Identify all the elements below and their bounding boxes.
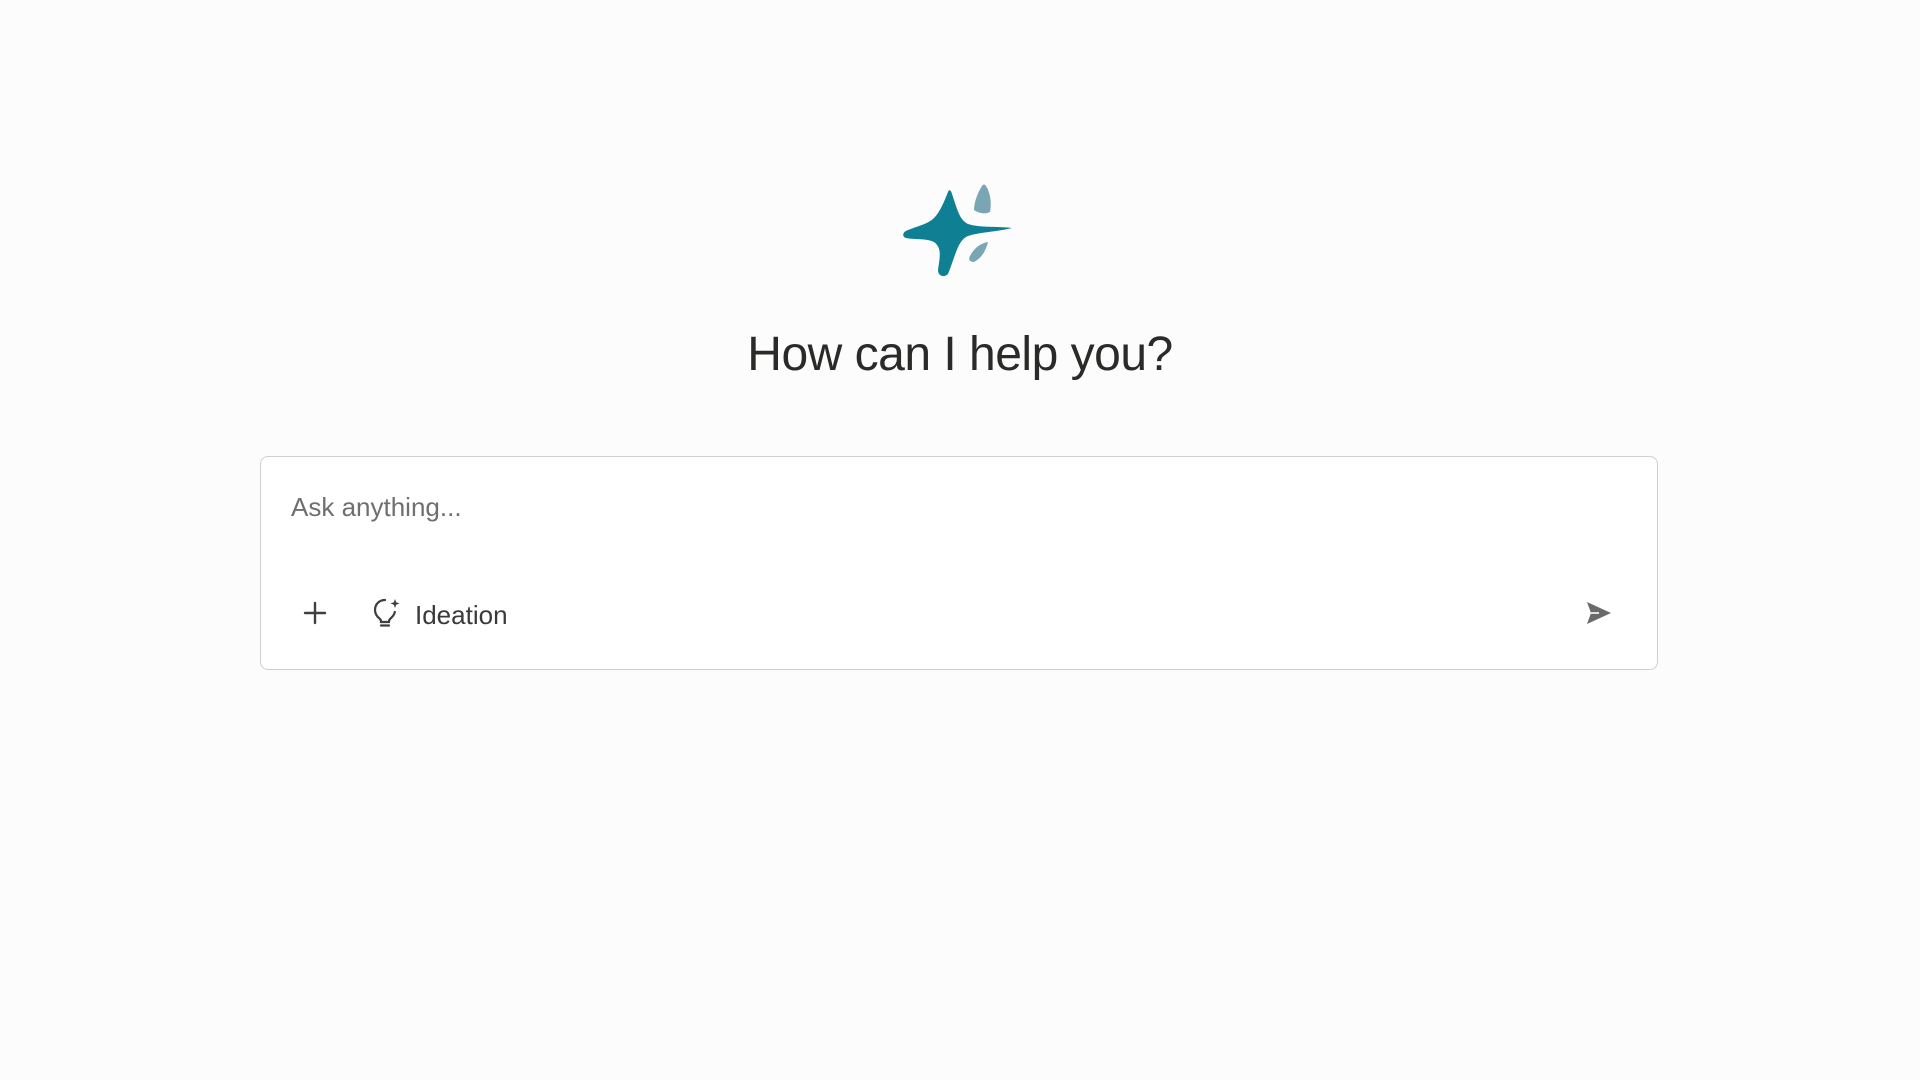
send-button[interactable] xyxy=(1579,595,1619,635)
ideation-mode-button[interactable]: Ideation xyxy=(371,593,508,637)
composer-toolbar: Ideation xyxy=(261,587,1657,643)
prompt-input[interactable] xyxy=(291,487,1591,527)
assistant-home: How can I help you? Ide xyxy=(0,0,1920,1080)
lightbulb-sparkle-icon xyxy=(371,596,401,635)
sparkle-accent-top xyxy=(974,184,991,214)
plus-icon xyxy=(302,600,328,631)
sparkle-main-shape xyxy=(903,190,1012,277)
chat-composer: Ideation xyxy=(260,456,1658,670)
sparkle-logo xyxy=(900,182,1020,282)
sparkle-accent-bottom xyxy=(969,242,988,262)
send-icon xyxy=(1585,600,1613,631)
add-attachment-button[interactable] xyxy=(295,595,335,635)
mode-label: Ideation xyxy=(415,599,508,630)
page-title: How can I help you? xyxy=(747,328,1173,381)
